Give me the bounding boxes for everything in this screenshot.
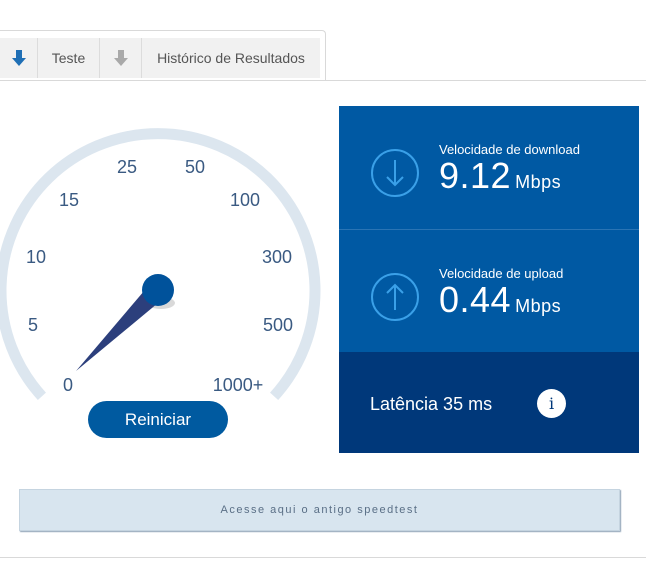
tab-historico-label: Histórico de Resultados [157,50,305,66]
upload-result: Velocidade de upload 0.44 Mbps [339,229,639,352]
gauge-label-300: 300 [262,247,292,267]
upload-value: 0.44 [439,279,512,320]
tab-download-icon[interactable] [0,38,38,78]
bottom-divider [0,557,646,558]
tab-history-icon[interactable] [100,38,142,78]
gauge-label-5: 5 [28,315,38,335]
upload-unit: Mbps [515,296,562,316]
download-arrow-icon [11,50,26,66]
speed-gauge: 0 5 10 15 25 50 100 300 500 1000+ [0,128,321,400]
results-panel: Velocidade de download 9.12 Mbps Velocida… [339,106,639,453]
download-arrow-icon [113,50,128,66]
latency-text: Latência 35 ms [370,394,493,414]
download-unit: Mbps [515,172,562,192]
download-arrow-icon [371,149,419,197]
gauge-label-10: 10 [26,247,46,267]
gauge-label-0: 0 [63,375,73,395]
latency-result: Latência 35 ms i [339,352,639,453]
tab-teste-label: Teste [51,50,86,66]
old-speedtest-link[interactable]: Acesse aqui o antigo speedtest [19,489,620,531]
tab-teste[interactable]: Teste [38,38,100,78]
gauge-label-25: 25 [117,157,137,177]
download-result: Velocidade de download 9.12 Mbps [339,106,639,229]
download-value: 9.12 [439,155,512,196]
needle-hub [142,274,174,306]
info-icon[interactable]: i [537,389,566,418]
restart-button[interactable]: Reiniciar [88,401,228,438]
gauge-label-100: 100 [230,190,260,210]
tab-divider [0,80,646,81]
tab-bar: Teste Histórico de Resultados [0,30,326,80]
tab-historico[interactable]: Histórico de Resultados [142,38,320,78]
download-speed: 9.12 Mbps [439,155,561,197]
gauge-label-1000: 1000+ [213,375,264,395]
gauge-label-50: 50 [185,157,205,177]
gauge-label-500: 500 [263,315,293,335]
upload-arrow-icon [371,273,419,321]
upload-speed: 0.44 Mbps [439,279,561,321]
gauge-label-15: 15 [59,190,79,210]
